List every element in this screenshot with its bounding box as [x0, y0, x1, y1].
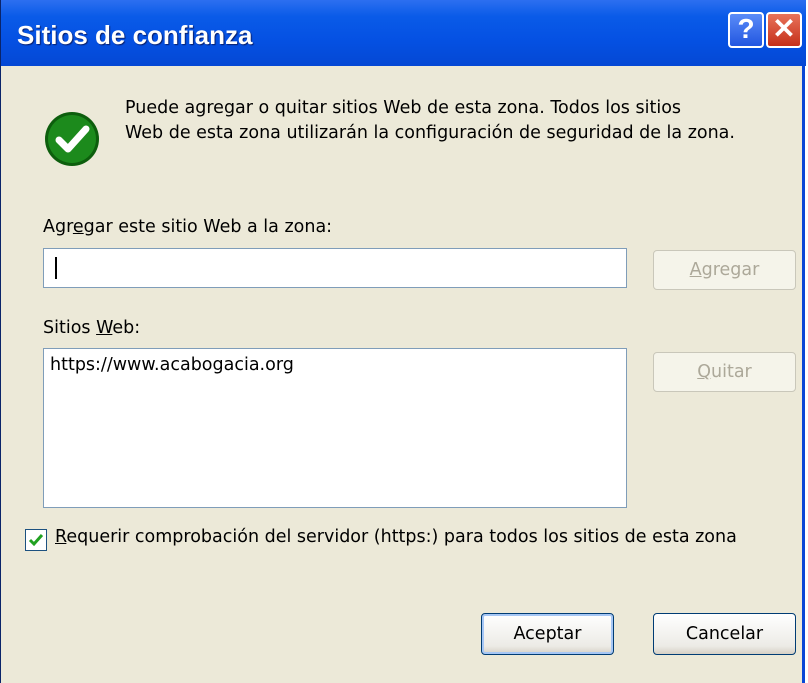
- checkmark-icon: [28, 534, 44, 547]
- cancel-button[interactable]: Cancelar: [653, 613, 796, 655]
- close-icon: ✕: [772, 13, 796, 44]
- ok-button[interactable]: Aceptar: [481, 613, 614, 655]
- help-button[interactable]: ?: [728, 12, 764, 48]
- remove-button-label: uitar: [711, 362, 752, 382]
- add-button-label: gregar: [701, 260, 760, 280]
- sites-label-part-1: Sitios: [43, 318, 97, 338]
- add-site-input[interactable]: [43, 248, 627, 288]
- description-line-2: Web de esta zona utilizarán la configura…: [125, 123, 735, 143]
- require-https-label[interactable]: Requerir comprobación del servidor (http…: [55, 527, 737, 547]
- help-icon: ?: [737, 13, 755, 44]
- trusted-sites-dialog: Sitios de confianza ? ✕ Puede agregar o …: [0, 0, 806, 683]
- require-https-access-key: R: [55, 527, 67, 547]
- window-title: Sitios de confianza: [17, 20, 253, 50]
- add-site-label-part-2: gar este sitio Web a la zona:: [83, 217, 333, 237]
- require-https-label-text: equerir comprobación del servidor (https…: [66, 527, 737, 547]
- add-button[interactable]: Agregar: [653, 250, 796, 290]
- require-https-checkbox[interactable]: [25, 529, 47, 551]
- sites-label: Sitios Web:: [43, 318, 140, 338]
- remove-button[interactable]: Quitar: [653, 352, 796, 392]
- description-line-1: Puede agregar o quitar sitios Web de est…: [125, 98, 682, 118]
- zone-description: Puede agregar o quitar sitios Web de est…: [125, 96, 795, 146]
- cancel-button-label: Cancelar: [685, 624, 764, 644]
- title-bar[interactable]: Sitios de confianza ? ✕: [1, 0, 806, 66]
- add-site-label-part-1: Agr: [43, 217, 73, 237]
- ok-button-label: Aceptar: [513, 624, 582, 644]
- add-button-access-key: A: [689, 260, 702, 280]
- green-check-icon: [45, 112, 99, 166]
- add-site-label: Agregar este sitio Web a la zona:: [43, 217, 332, 237]
- remove-button-access-key: Q: [697, 362, 712, 382]
- list-item[interactable]: https://www.acabogacia.org: [50, 355, 294, 375]
- close-button[interactable]: ✕: [766, 12, 802, 48]
- sites-list[interactable]: https://www.acabogacia.org: [43, 348, 627, 508]
- text-caret: [55, 257, 57, 279]
- add-site-access-key: e: [72, 217, 84, 237]
- sites-access-key: W: [96, 318, 113, 338]
- sites-label-part-2: eb:: [112, 318, 141, 338]
